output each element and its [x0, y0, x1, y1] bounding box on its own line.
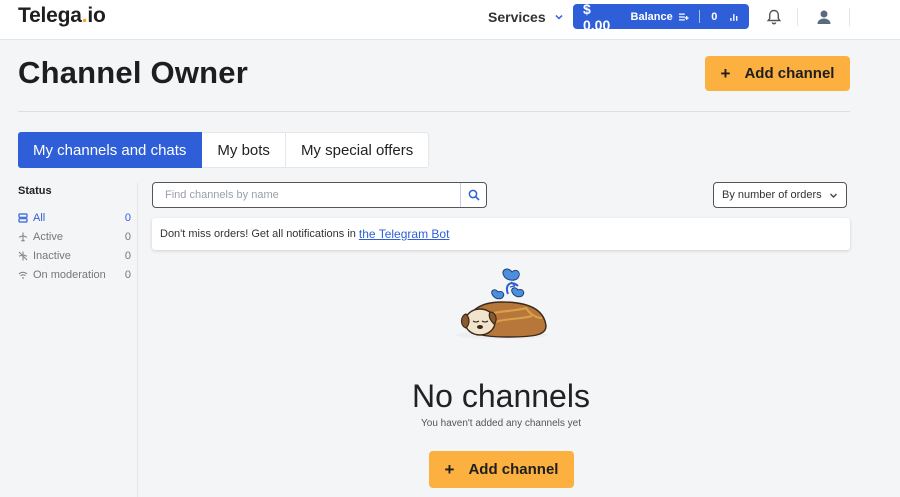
status-filter-list: All 0 Active 0 Inactive 0 On moderation … [18, 208, 131, 284]
plane-off-icon [18, 251, 28, 260]
wallet-plus-icon [678, 12, 689, 21]
tab-my-channels-and-chats[interactable]: My channels and chats [18, 132, 203, 168]
status-count: 0 [124, 249, 131, 262]
services-menu[interactable]: Services [488, 9, 564, 25]
status-label: All [33, 211, 46, 224]
balance-label: Balance [630, 10, 673, 23]
server-icon [18, 212, 28, 223]
empty-state-title: No channels [412, 378, 590, 414]
balance-count: 0 [711, 10, 718, 23]
status-filter-title: Status [18, 185, 52, 197]
status-label: Active [33, 230, 63, 243]
logo[interactable]: Telega.io [18, 4, 106, 28]
plus-icon: + [720, 63, 731, 83]
page-title: Channel Owner [18, 55, 248, 90]
notification-banner: Don't miss orders! Get all notifications… [152, 218, 850, 250]
chevron-down-icon [555, 14, 563, 20]
wifi-icon [18, 271, 28, 279]
balance-divider [699, 10, 701, 23]
tab-my-special-offers[interactable]: My special offers [285, 132, 430, 168]
header-divider [797, 8, 798, 26]
status-count: 0 [124, 268, 131, 281]
chevron-down-icon [830, 193, 837, 198]
status-filter-active[interactable]: Active 0 [18, 227, 131, 246]
tab-bar: My channels and chats My bots My special… [18, 132, 430, 168]
sort-selected-value: By number of orders [722, 189, 822, 201]
tab-my-bots[interactable]: My bots [202, 132, 286, 168]
bar-chart-icon [730, 13, 738, 21]
telegram-bot-link[interactable]: the Telegram Bot [359, 227, 450, 241]
user-icon[interactable] [815, 8, 833, 26]
search-button[interactable] [460, 183, 486, 207]
notice-text: Don't miss orders! Get all notifications… [160, 228, 356, 240]
add-channel-label: Add channel [744, 65, 835, 82]
sleeping-dog-illustration [456, 268, 548, 339]
status-filter-all[interactable]: All 0 [18, 208, 131, 227]
services-label: Services [488, 9, 546, 25]
plus-icon: + [444, 459, 455, 479]
status-label: On moderation [33, 268, 106, 281]
add-channel-button-empty[interactable]: + Add channel [429, 451, 574, 488]
sort-select[interactable]: By number of orders [713, 182, 847, 208]
status-filter-inactive[interactable]: Inactive 0 [18, 246, 131, 265]
status-filter-on-moderation[interactable]: On moderation 0 [18, 265, 131, 284]
header-divider [849, 8, 850, 26]
balance-button[interactable]: $ 0.00 Balance 0 [573, 1, 749, 33]
title-divider [18, 111, 850, 112]
empty-state-subtitle: You haven't added any channels yet [421, 418, 581, 429]
search-icon [468, 189, 480, 201]
balance-amount: $ 0.00 [583, 0, 611, 33]
bell-icon[interactable] [765, 8, 783, 26]
status-count: 0 [124, 230, 131, 243]
add-channel-button[interactable]: + Add channel [705, 56, 850, 91]
sidebar-divider [137, 183, 138, 497]
add-channel-label: Add channel [468, 461, 559, 478]
search-box [152, 182, 487, 208]
search-input[interactable] [153, 183, 460, 207]
status-count: 0 [124, 211, 131, 224]
plane-icon [18, 232, 28, 241]
top-navigation-bar: Telega.io Services $ 0.00 Balance 0 [0, 0, 900, 40]
status-label: Inactive [33, 249, 71, 262]
